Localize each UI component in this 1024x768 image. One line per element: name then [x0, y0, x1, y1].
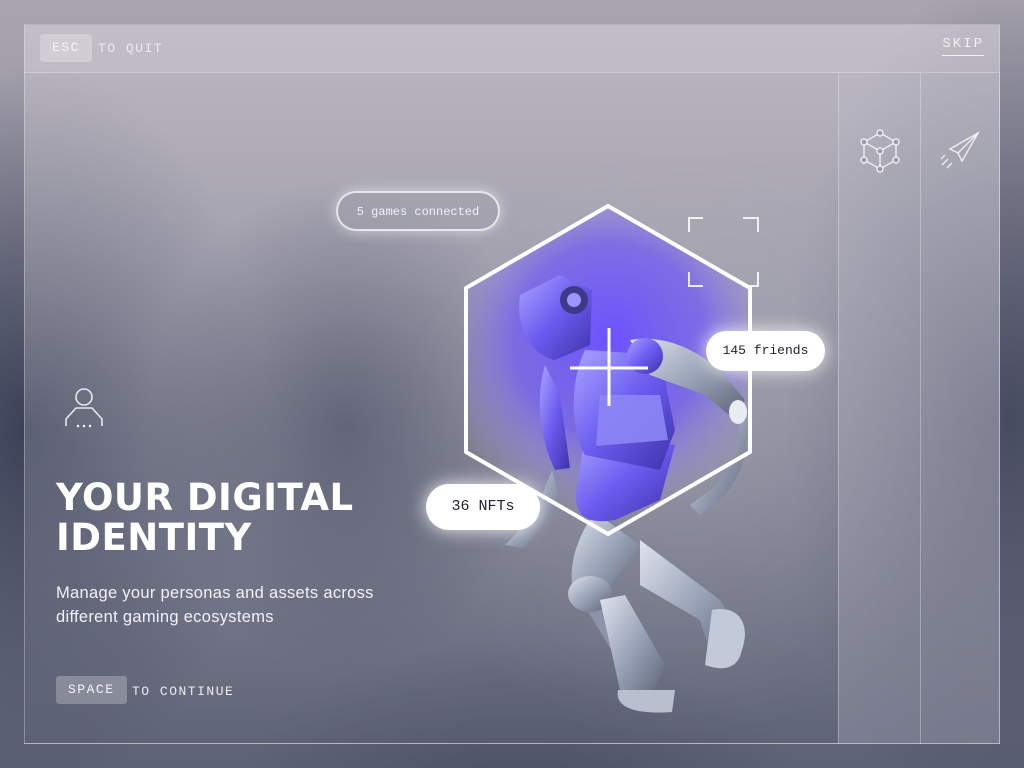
title-line-1: YOUR DIGITAL [56, 476, 354, 519]
page-title: YOUR DIGITAL IDENTITY [56, 478, 354, 558]
rocket-icon [940, 131, 980, 169]
side-panel-cube[interactable] [838, 73, 920, 744]
page-subtitle: Manage your personas and assets across d… [56, 584, 374, 626]
cube-network-icon [859, 129, 900, 173]
nfts-badge: 36 NFTs [426, 484, 540, 530]
skip-button[interactable]: SKIP [942, 36, 984, 56]
space-key[interactable]: SPACE [56, 676, 127, 704]
friends-badge: 145 friends [706, 331, 825, 371]
esc-key[interactable]: ESC [40, 34, 92, 62]
title-line-2: IDENTITY [56, 516, 252, 559]
person-icon [65, 388, 103, 428]
quit-hint: TO QUIT [98, 41, 164, 56]
top-bar [24, 24, 1000, 73]
games-connected-badge: 5 games connected [336, 191, 500, 231]
continue-hint: TO CONTINUE [132, 684, 235, 699]
side-panel-rocket[interactable] [920, 73, 1000, 744]
